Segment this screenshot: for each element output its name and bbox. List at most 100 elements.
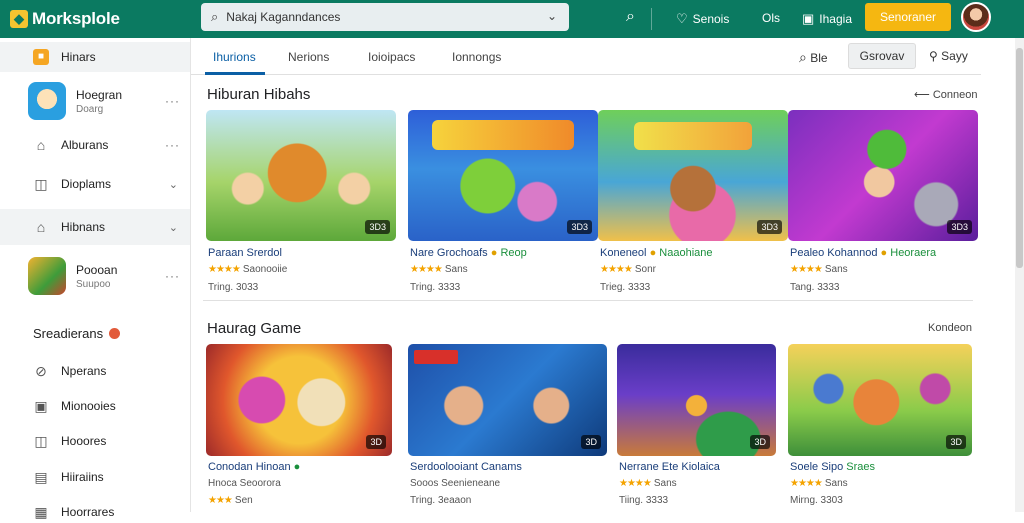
star-rating-icon: ★★★★: [619, 478, 652, 489]
save-button[interactable]: ⚲ Sayy: [929, 49, 968, 63]
coin-icon: ●: [490, 247, 498, 259]
bag-icon: ◫: [34, 433, 48, 449]
game-rating: ★★★★ Sans: [790, 478, 848, 489]
tab-1[interactable]: Ihurions: [213, 50, 256, 64]
sidebar-section-heading: Sreadierans: [33, 326, 121, 341]
game-title[interactable]: Conodan Hinoan ●: [208, 461, 300, 473]
sidebar-item-section-5[interactable]: ▦ Hoorrares: [0, 501, 190, 523]
tag-text: Reop: [500, 247, 527, 259]
game-meta-line1: Hnoca Seoorora: [208, 478, 281, 489]
sidebar-item-home[interactable]: ■ Hinars: [0, 42, 190, 72]
game-thumbnail[interactable]: 3D3: [598, 110, 788, 241]
game-thumbnail[interactable]: 3D3: [788, 110, 978, 241]
thumb-badge: 3D: [366, 435, 386, 449]
game-meta: Tring. 3033: [208, 282, 259, 293]
game-thumbnail[interactable]: 3D: [206, 344, 392, 456]
game-title-text: Serdoolooiant Canams: [410, 461, 522, 473]
chevron-down-icon[interactable]: ⌄: [547, 9, 557, 23]
badge-icon: [109, 328, 121, 339]
avatar[interactable]: [961, 2, 991, 32]
section-title: Haurag Game: [207, 320, 302, 337]
star-rating-icon: ★★★★: [208, 264, 241, 275]
sidebar-item-section-2[interactable]: ▣ Mionooies: [0, 395, 190, 417]
search-bar[interactable]: ⌕ ⌄: [201, 3, 569, 31]
app-tile-icon: [28, 82, 66, 120]
main-content: Ihurions Nerions Ioioipacs Ionnongs ⌕ Bl…: [191, 38, 1024, 512]
app-tile-icon: [28, 257, 66, 295]
game-meta: Tring. 3eaaon: [410, 495, 472, 506]
game-title[interactable]: Nerrane Ete Kiolaica: [619, 461, 720, 473]
game-thumbnail[interactable]: 3D: [408, 344, 607, 456]
section-more-link[interactable]: Kondeon: [928, 322, 972, 334]
rating-text: Sonr: [634, 264, 656, 275]
home-icon: ■: [33, 49, 49, 65]
game-meta: Tiing. 3333: [619, 495, 669, 506]
signin-button[interactable]: Senoraner: [865, 3, 951, 31]
app-title: Morksplole: [32, 9, 120, 28]
coin-icon: ●: [880, 247, 888, 259]
rating-text: Sans: [824, 264, 848, 275]
star-rating-icon: ★★★★: [790, 478, 823, 489]
topbar-link-2[interactable]: Ols: [762, 11, 780, 25]
arrow-icon: ⟵: [914, 89, 930, 101]
game-title-text: Nare Grochoafs: [410, 247, 488, 259]
game-rating: ★★★★ Saonooiie: [208, 264, 287, 275]
game-title[interactable]: Pealeo Kohannod ● Heoraera: [790, 247, 936, 259]
game-meta: Mirng. 3303: [790, 495, 843, 506]
game-tag: ● Reop: [491, 247, 527, 259]
game-title-text: Nerrane Ete Kiolaica: [619, 461, 720, 473]
game-thumbnail[interactable]: 3D3: [206, 110, 396, 241]
game-meta-line1: Sooos Seenieneane: [410, 478, 501, 489]
thumb-badge: 3D3: [365, 220, 390, 234]
game-title[interactable]: Soele Sipo Sraes: [790, 461, 875, 473]
sidebar-item-section-3[interactable]: ◫ Hooores: [0, 430, 190, 452]
scrollbar[interactable]: [1015, 38, 1024, 512]
sidebar-item-section-4[interactable]: ▤ Hiiraiins: [0, 466, 190, 488]
square-icon: ▣: [34, 398, 48, 414]
filter-button[interactable]: Gsrovav: [848, 43, 916, 69]
grid-icon: ▦: [34, 504, 48, 520]
tab-3[interactable]: Ioioipacs: [368, 50, 415, 64]
sidebar-item-2[interactable]: ⌂ Alburans ···: [0, 134, 190, 156]
rating-text: Sans: [444, 264, 468, 275]
game-title-text: Koneneol: [600, 247, 647, 259]
more-icon[interactable]: ···: [165, 138, 180, 152]
tab-2[interactable]: Nerions: [288, 50, 329, 64]
coin-icon: ●: [649, 247, 657, 259]
search-icon[interactable]: ⌕: [626, 8, 635, 26]
game-thumbnail[interactable]: 3D: [788, 344, 972, 456]
more-icon[interactable]: ···: [165, 94, 180, 108]
game-logo: [414, 350, 458, 364]
tab-4[interactable]: Ionnongs: [452, 50, 501, 64]
sidebar-item-section-1[interactable]: ⊘ Nperans: [0, 360, 190, 382]
game-title[interactable]: Serdoolooiant Canams: [410, 461, 522, 473]
logo[interactable]: ◆ Morksplole: [10, 9, 190, 29]
sidebar-item-label: Hinars: [61, 50, 96, 64]
pin-icon: ⚲: [929, 49, 938, 63]
chevron-down-icon[interactable]: ⌄: [169, 178, 178, 191]
scrollbar-thumb[interactable]: [1016, 48, 1023, 268]
game-rating: ★★★★ Sans: [619, 478, 677, 489]
sidebar-item-app-1[interactable]: Hoegran Doarg ···: [0, 78, 190, 124]
sidebar-item-app-2[interactable]: Poooan Suupoo ···: [0, 254, 190, 298]
topbar-link-3[interactable]: ▣ Ihagia: [802, 11, 852, 27]
game-thumbnail[interactable]: 3D3: [408, 110, 598, 241]
game-tag: ● Naaohiane: [650, 247, 713, 259]
sidebar-item-4[interactable]: ⌂ Hibnans ⌄: [0, 209, 190, 245]
game-meta: Trieg. 3333: [600, 282, 651, 293]
sidebar-item-label: Nperans: [61, 364, 107, 378]
topbar-link-1[interactable]: ♡ Senois: [676, 11, 729, 27]
sidebar-item-label: Dioplams: [61, 177, 112, 191]
game-title[interactable]: Nare Grochoafs ● Reop: [410, 247, 527, 259]
filter-search[interactable]: ⌕ Ble: [799, 49, 828, 66]
search-input[interactable]: [226, 10, 527, 24]
game-thumbnail[interactable]: 3D: [617, 344, 776, 456]
sidebar-item-3[interactable]: ◫ Dioplams ⌄: [0, 173, 190, 195]
game-title[interactable]: Koneneol ● Naaohiane: [600, 247, 713, 259]
chevron-down-icon[interactable]: ⌄: [169, 221, 178, 234]
game-title[interactable]: Paraan Srerdol: [208, 247, 282, 259]
sidebar-item-label: Alburans: [61, 138, 109, 152]
section-more-link[interactable]: ⟵ Conneon: [914, 88, 978, 101]
game-rating: ★★★★ Sans: [790, 264, 848, 275]
more-icon[interactable]: ···: [165, 269, 180, 283]
